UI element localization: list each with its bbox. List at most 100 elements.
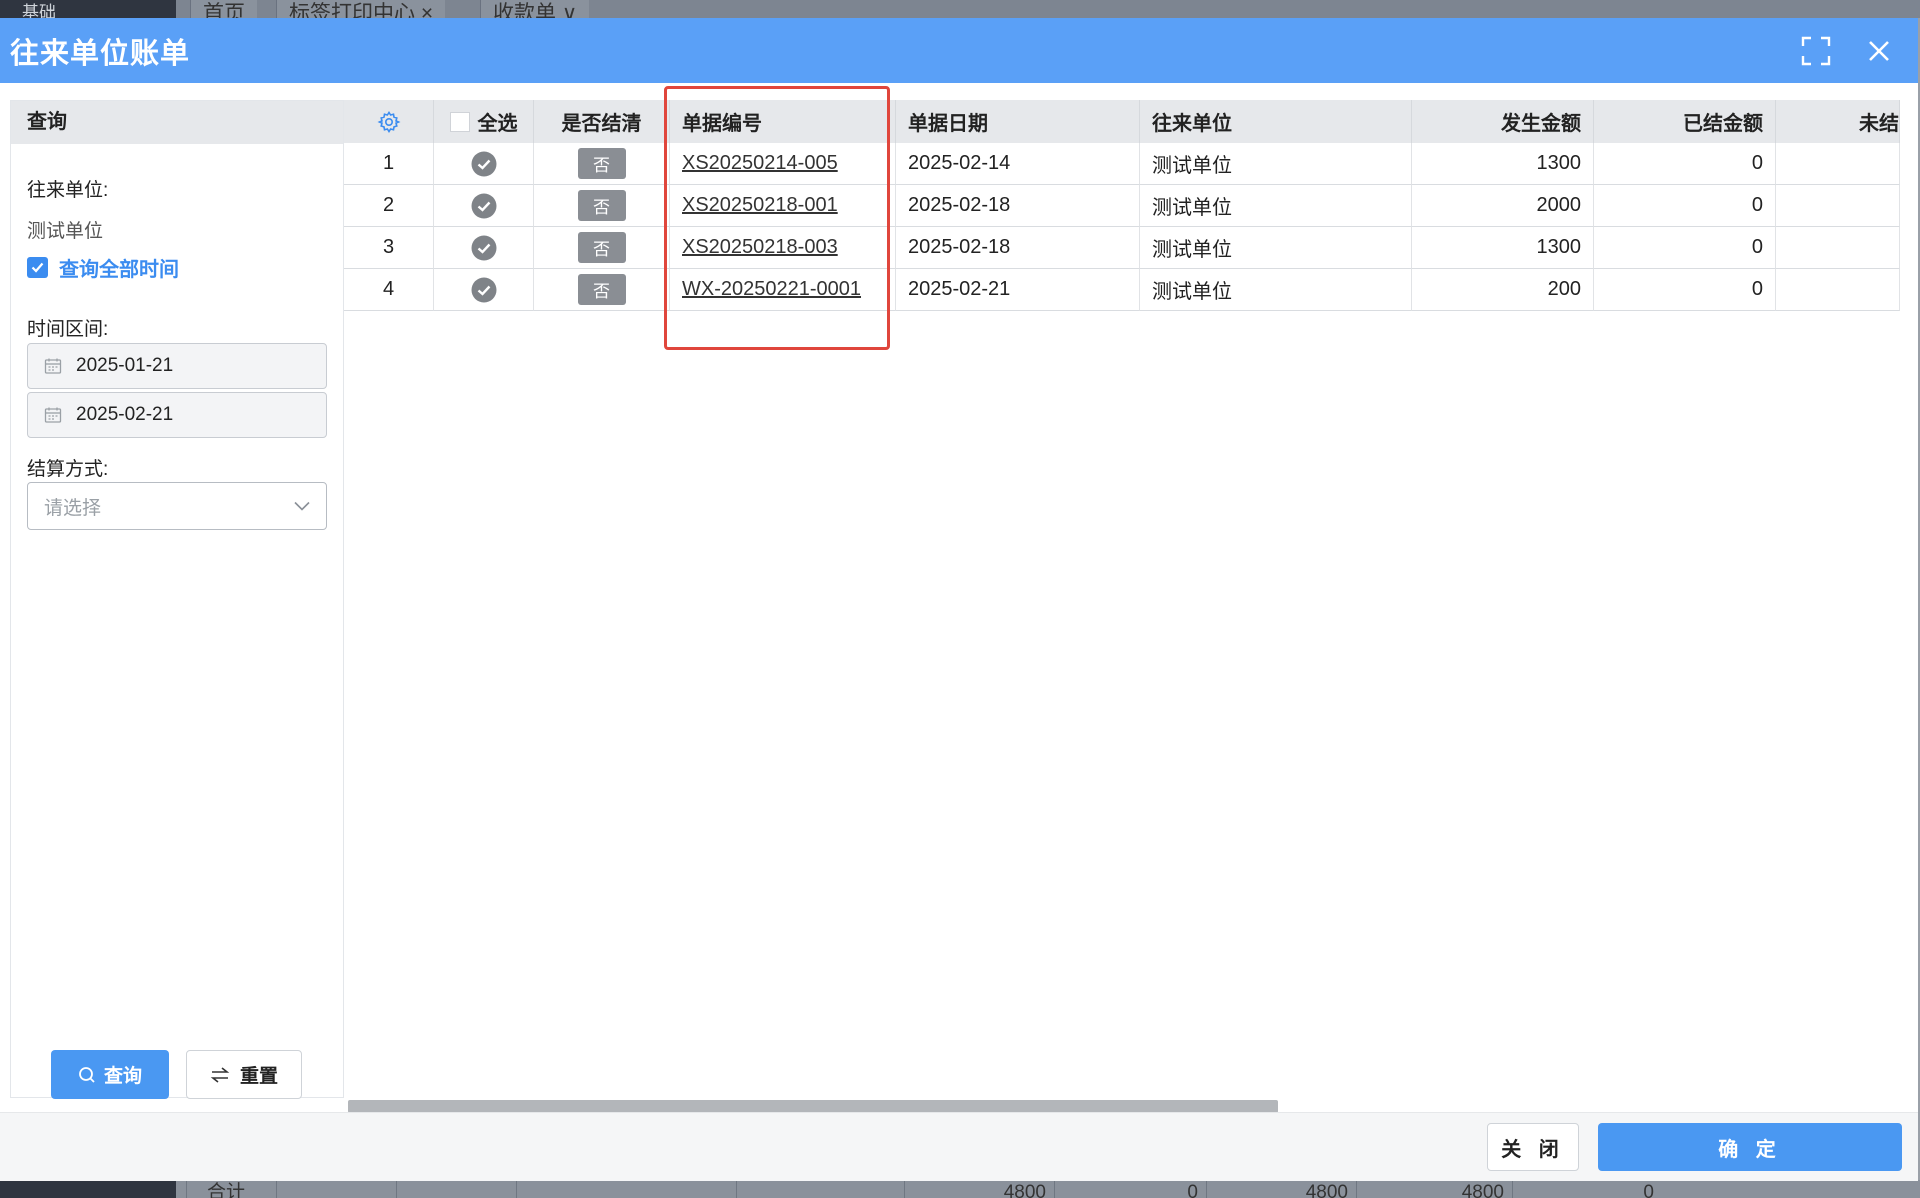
row-paid: 0 bbox=[1594, 143, 1776, 185]
row-select-cell[interactable] bbox=[434, 185, 534, 227]
row-paid: 0 bbox=[1594, 227, 1776, 269]
column-header-doc-date[interactable]: 单据日期 bbox=[896, 100, 1140, 143]
all-time-label: 查询全部时间 bbox=[59, 259, 179, 281]
gear-icon[interactable] bbox=[377, 110, 401, 134]
bill-table: 全选 是否结清 单据编号 单据日期 往来单位 发生金额 已结金额 未结 1 否 … bbox=[344, 100, 1900, 1096]
row-date: 2025-02-18 bbox=[896, 185, 1140, 227]
background-summary-cell bbox=[276, 1180, 396, 1198]
modal-title: 往来单位账单 bbox=[10, 38, 191, 70]
table-row[interactable]: 4 否 WX-20250221-0001 2025-02-21 测试单位 200… bbox=[344, 269, 1900, 311]
doc-no-link[interactable]: XS20250218-001 bbox=[682, 194, 838, 217]
row-amount: 2000 bbox=[1412, 185, 1594, 227]
table-header-row: 全选 是否结清 单据编号 单据日期 往来单位 发生金额 已结金额 未结 bbox=[344, 100, 1900, 143]
column-header-paid[interactable]: 已结金额 bbox=[1594, 100, 1776, 143]
background-summary-value: 4800 bbox=[1356, 1180, 1512, 1198]
row-settled-cell: 否 bbox=[534, 227, 670, 269]
check-circle-icon[interactable] bbox=[471, 193, 497, 219]
select-all-checkbox[interactable] bbox=[449, 111, 470, 132]
row-partner: 测试单位 bbox=[1140, 185, 1412, 227]
table-row[interactable]: 3 否 XS20250218-003 2025-02-18 测试单位 1300 … bbox=[344, 227, 1900, 269]
row-index: 4 bbox=[344, 269, 434, 311]
reset-button[interactable]: 重置 bbox=[186, 1050, 302, 1099]
row-doc-no-cell: XS20250218-001 bbox=[670, 185, 896, 227]
row-select-cell[interactable] bbox=[434, 227, 534, 269]
start-date-input[interactable]: 2025-01-21 bbox=[27, 343, 327, 389]
fullscreen-icon[interactable] bbox=[1797, 32, 1835, 70]
row-unpaid bbox=[1776, 143, 1900, 185]
row-index: 3 bbox=[344, 227, 434, 269]
settled-badge[interactable]: 否 bbox=[577, 190, 626, 221]
background-sidebar: 基础 bbox=[0, 0, 176, 18]
row-partner: 测试单位 bbox=[1140, 269, 1412, 311]
row-index: 1 bbox=[344, 143, 434, 185]
row-unpaid bbox=[1776, 269, 1900, 311]
doc-no-link[interactable]: WX-20250221-0001 bbox=[682, 278, 861, 301]
calendar-icon bbox=[44, 407, 62, 423]
column-header-unpaid[interactable]: 未结 bbox=[1776, 100, 1900, 143]
background-summary-value: 0 bbox=[1054, 1180, 1206, 1198]
doc-no-link[interactable]: XS20250218-003 bbox=[682, 236, 838, 259]
row-partner: 测试单位 bbox=[1140, 143, 1412, 185]
table-settings-cell bbox=[344, 100, 434, 143]
column-header-partner[interactable]: 往来单位 bbox=[1140, 100, 1412, 143]
settled-badge[interactable]: 否 bbox=[577, 274, 626, 305]
select-all-label: 全选 bbox=[477, 113, 518, 135]
row-settled-cell: 否 bbox=[534, 185, 670, 227]
settle-method-select[interactable]: 请选择 bbox=[27, 482, 327, 530]
partner-value: 测试单位 bbox=[27, 221, 104, 242]
query-button[interactable]: 查询 bbox=[51, 1050, 169, 1099]
query-button-label: 查询 bbox=[103, 1066, 142, 1087]
background-summary-cell bbox=[736, 1180, 904, 1198]
reset-button-label: 重置 bbox=[239, 1066, 278, 1087]
calendar-icon bbox=[44, 358, 62, 374]
background-summary-cell bbox=[396, 1180, 516, 1198]
check-circle-icon[interactable] bbox=[471, 151, 497, 177]
partner-label: 往来单位: bbox=[27, 180, 109, 201]
row-select-cell[interactable] bbox=[434, 143, 534, 185]
checkbox-checked-icon[interactable] bbox=[27, 257, 48, 278]
background-summary-value: 0 bbox=[1512, 1180, 1662, 1198]
swap-icon bbox=[210, 1066, 230, 1083]
column-header-settled[interactable]: 是否结清 bbox=[534, 100, 670, 143]
background-summary-row: 合计 4800 0 4800 4800 0 bbox=[0, 1180, 1920, 1198]
close-icon[interactable] bbox=[1860, 32, 1898, 70]
row-date: 2025-02-18 bbox=[896, 227, 1140, 269]
background-tab-receipt: 收款单 ∨ bbox=[480, 0, 590, 18]
partner-bill-modal: 往来单位账单 查询 往来单位: 测试单位 查询全部时间 时间区间: 2025-0… bbox=[0, 18, 1918, 1181]
time-range-label: 时间区间: bbox=[27, 319, 109, 340]
row-partner: 测试单位 bbox=[1140, 227, 1412, 269]
row-index: 2 bbox=[344, 185, 434, 227]
table-row[interactable]: 2 否 XS20250218-001 2025-02-18 测试单位 2000 … bbox=[344, 185, 1900, 227]
settled-badge[interactable]: 否 bbox=[577, 232, 626, 263]
all-time-checkbox[interactable]: 查询全部时间 bbox=[27, 253, 179, 282]
row-paid: 0 bbox=[1594, 185, 1776, 227]
start-date-value: 2025-01-21 bbox=[76, 355, 174, 376]
row-amount: 200 bbox=[1412, 269, 1594, 311]
modal-footer: 关 闭 确 定 bbox=[0, 1112, 1918, 1181]
column-header-amount[interactable]: 发生金额 bbox=[1412, 100, 1594, 143]
background-summary-value: 4800 bbox=[904, 1180, 1054, 1198]
row-date: 2025-02-14 bbox=[896, 143, 1140, 185]
row-settled-cell: 否 bbox=[534, 143, 670, 185]
table-row[interactable]: 1 否 XS20250214-005 2025-02-14 测试单位 1300 … bbox=[344, 143, 1900, 185]
settled-badge[interactable]: 否 bbox=[577, 148, 626, 179]
doc-no-link[interactable]: XS20250214-005 bbox=[682, 152, 838, 175]
select-all-header[interactable]: 全选 bbox=[434, 100, 534, 143]
check-circle-icon[interactable] bbox=[471, 235, 497, 261]
close-button[interactable]: 关 闭 bbox=[1487, 1123, 1579, 1171]
background-summary-cell bbox=[516, 1180, 736, 1198]
background-summary-label: 合计 bbox=[186, 1180, 276, 1198]
query-panel-heading: 查询 bbox=[11, 101, 343, 144]
confirm-button[interactable]: 确 定 bbox=[1598, 1123, 1902, 1171]
check-circle-icon[interactable] bbox=[471, 277, 497, 303]
column-header-doc-no[interactable]: 单据编号 bbox=[670, 100, 896, 143]
background-tab-label-print: 标签打印中心 × bbox=[276, 0, 446, 18]
modal-header: 往来单位账单 bbox=[0, 18, 1918, 83]
row-doc-no-cell: WX-20250221-0001 bbox=[670, 269, 896, 311]
row-amount: 1300 bbox=[1412, 227, 1594, 269]
background-sidebar-bottom bbox=[0, 1180, 176, 1198]
row-paid: 0 bbox=[1594, 269, 1776, 311]
settle-method-placeholder: 请选择 bbox=[44, 497, 102, 519]
row-select-cell[interactable] bbox=[434, 269, 534, 311]
end-date-input[interactable]: 2025-02-21 bbox=[27, 392, 327, 438]
